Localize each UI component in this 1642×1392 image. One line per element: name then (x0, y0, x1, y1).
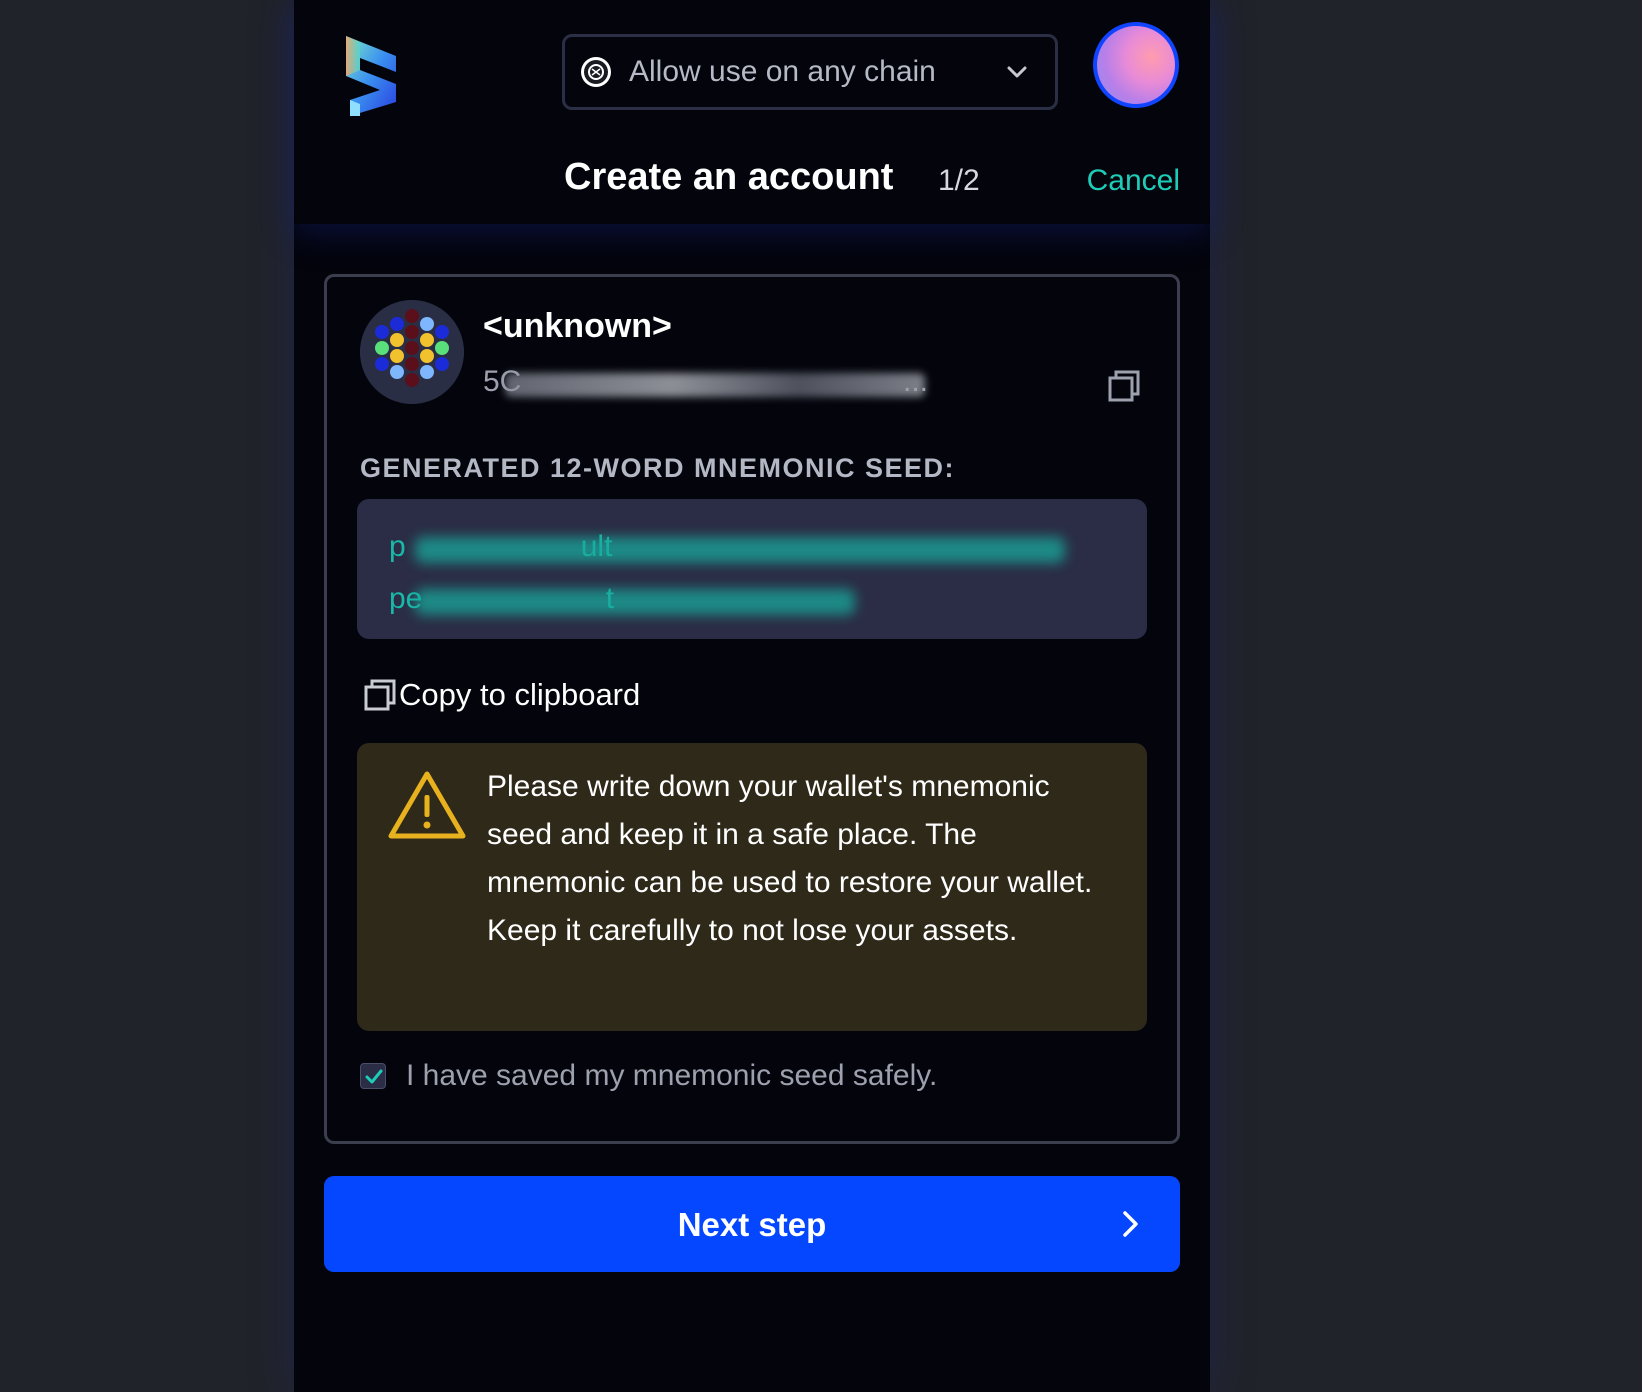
copy-to-clipboard-label: Copy to clipboard (399, 677, 641, 712)
warning-text: Please write down your wallet's mnemonic… (487, 770, 1093, 947)
page-title: Create an account (564, 156, 894, 198)
cancel-button[interactable]: Cancel (1087, 164, 1180, 198)
chain-select-label: Allow use on any chain (629, 55, 936, 88)
checkmark-icon (365, 1069, 383, 1084)
extension-popup: Allow use on any chain Create an account… (294, 0, 1210, 1392)
saved-seed-checkbox[interactable] (360, 1063, 386, 1089)
saved-seed-checkbox-row[interactable]: I have saved my mnemonic seed safely. (360, 1059, 937, 1093)
copy-icon[interactable] (1107, 369, 1141, 403)
mnemonic-seed-box: p ult pe t (357, 499, 1147, 639)
account-identicon-icon (360, 300, 464, 404)
step-indicator: 1/2 (938, 164, 980, 197)
chain-select-dropdown[interactable]: Allow use on any chain (562, 34, 1058, 110)
next-step-button[interactable]: Next step (324, 1176, 1180, 1272)
seed-blur-overlay-2 (415, 589, 855, 615)
chevron-down-icon (1007, 66, 1027, 78)
account-card: <unknown> 5C ... GENERATED 12-WORD MNEMO… (324, 274, 1180, 1144)
warning-box: Please write down your wallet's mnemonic… (357, 743, 1147, 1031)
account-name: <unknown> (483, 307, 672, 345)
title-row: Create an account 1/2 Cancel (294, 150, 1210, 210)
address-blurred (505, 373, 925, 397)
seed-heading: GENERATED 12-WORD MNEMONIC SEED: (360, 453, 956, 483)
address-suffix: ... (903, 365, 929, 398)
account-avatar[interactable] (1093, 22, 1179, 108)
saved-seed-label: I have saved my mnemonic seed safely. (406, 1059, 938, 1092)
subwallet-logo-icon (346, 36, 396, 116)
next-step-label: Next step (677, 1206, 827, 1243)
copy-icon (364, 679, 396, 711)
seed-blur-overlay-1 (415, 537, 1065, 563)
account-address: 5C ... (483, 365, 928, 405)
header: Allow use on any chain Create an account… (294, 0, 1210, 224)
network-icon (581, 57, 611, 87)
warning-icon (388, 771, 466, 839)
copy-to-clipboard-button[interactable]: Copy to clipboard (363, 675, 640, 715)
chevron-right-icon (1123, 1211, 1138, 1237)
